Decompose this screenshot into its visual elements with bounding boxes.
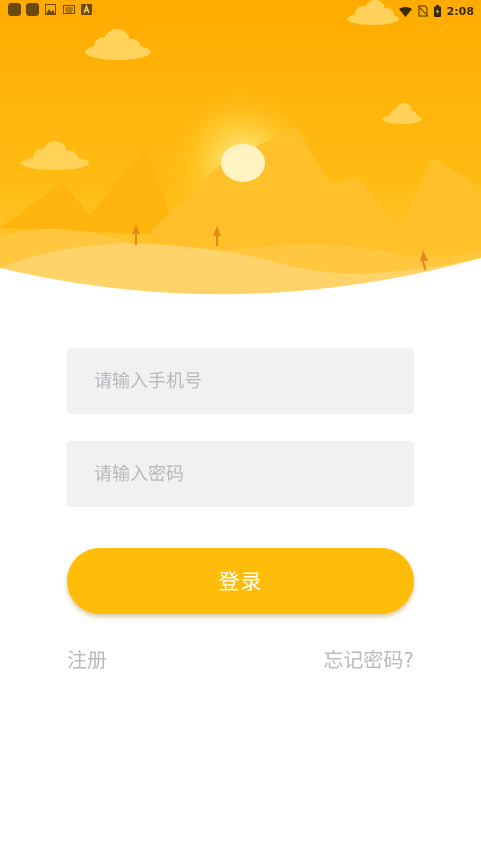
status-bar: 2:08: [0, 0, 481, 20]
register-link[interactable]: 注册: [67, 644, 107, 673]
app-icon: [26, 3, 39, 16]
app-icon: [8, 3, 21, 16]
system-icons: 2:08: [398, 2, 474, 21]
no-sim-icon: [417, 2, 429, 21]
hero-illustration: [0, 0, 481, 300]
forgot-password-link[interactable]: 忘记密码?: [323, 644, 414, 673]
password-input[interactable]: [67, 441, 414, 507]
font-icon: [80, 3, 93, 16]
image-icon: [44, 3, 57, 16]
sun: [221, 144, 265, 182]
phone-input[interactable]: [67, 348, 414, 414]
clock: 2:08: [446, 5, 474, 18]
wifi-icon: [398, 2, 412, 21]
notification-icons: [8, 3, 93, 16]
login-button[interactable]: 登录: [67, 548, 414, 614]
battery-charging-icon: [433, 2, 441, 21]
keyboard-icon: [62, 3, 75, 16]
